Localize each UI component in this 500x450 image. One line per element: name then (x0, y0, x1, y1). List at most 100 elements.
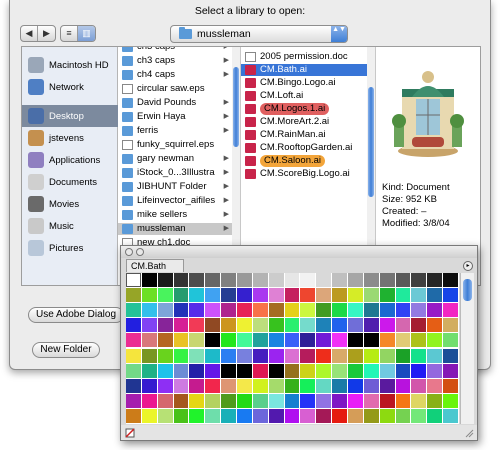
use-adobe-dialog-button[interactable]: Use Adobe Dialog (28, 307, 124, 323)
color-swatch[interactable] (316, 333, 332, 348)
color-swatch[interactable] (252, 408, 268, 423)
color-swatch[interactable] (332, 288, 347, 303)
color-swatch[interactable] (157, 333, 173, 348)
color-swatch[interactable] (189, 333, 205, 348)
color-swatch[interactable] (173, 288, 189, 303)
color-swatch[interactable] (126, 378, 141, 393)
color-swatch[interactable] (221, 273, 236, 288)
file-row[interactable]: 2005 permission.doc (241, 51, 368, 63)
color-swatch[interactable] (332, 333, 347, 348)
color-swatch[interactable] (252, 318, 268, 333)
color-swatch[interactable] (332, 393, 347, 408)
color-swatch[interactable] (205, 288, 221, 303)
sidebar-item-desktop[interactable]: Desktop (22, 105, 118, 127)
color-swatch[interactable] (221, 303, 236, 318)
color-swatch[interactable] (221, 333, 236, 348)
list-item[interactable]: circular saw.eps (118, 83, 233, 95)
palette-title-bar[interactable] (121, 246, 477, 258)
file-row[interactable]: CM.MoreArt.2.ai (241, 116, 368, 128)
color-swatch[interactable] (332, 363, 347, 378)
color-swatch[interactable] (395, 318, 411, 333)
scroll-thumb[interactable] (368, 87, 374, 197)
list-item[interactable]: ch3 caps ▶ (118, 47, 233, 53)
color-swatch[interactable] (316, 273, 332, 288)
color-swatch[interactable] (237, 273, 252, 288)
sidebar-item-documents[interactable]: Documents (22, 171, 118, 193)
color-swatch[interactable] (395, 363, 411, 378)
color-swatch[interactable] (284, 408, 300, 423)
color-swatch[interactable] (427, 318, 443, 333)
color-swatch[interactable] (427, 378, 443, 393)
color-swatch[interactable] (284, 303, 300, 318)
color-swatch[interactable] (427, 348, 443, 363)
color-swatch[interactable] (221, 378, 236, 393)
color-swatch[interactable] (300, 288, 316, 303)
color-swatch[interactable] (268, 348, 284, 363)
color-swatch[interactable] (173, 378, 189, 393)
list-item[interactable]: mussleman ▶ (118, 223, 233, 235)
color-swatch[interactable] (189, 273, 205, 288)
color-swatch[interactable] (221, 393, 236, 408)
color-swatch[interactable] (237, 303, 252, 318)
color-swatch[interactable] (252, 393, 268, 408)
color-swatch[interactable] (268, 378, 284, 393)
color-swatch[interactable] (284, 363, 300, 378)
color-swatch[interactable] (126, 303, 141, 318)
color-swatch[interactable] (173, 333, 189, 348)
sidebar-item-macintosh-hd[interactable]: Macintosh HD (22, 54, 118, 76)
color-swatch[interactable] (443, 303, 458, 318)
color-swatch[interactable] (157, 273, 173, 288)
color-swatch[interactable] (189, 408, 205, 423)
palette-menu-icon[interactable]: ▸ (463, 261, 473, 271)
color-swatch[interactable] (205, 333, 221, 348)
minimize-icon[interactable] (136, 248, 144, 256)
color-swatch[interactable] (300, 408, 316, 423)
color-swatch[interactable] (205, 393, 221, 408)
color-swatch[interactable] (411, 348, 427, 363)
color-swatch[interactable] (126, 408, 141, 423)
color-swatch[interactable] (284, 393, 300, 408)
color-swatch[interactable] (252, 273, 268, 288)
color-swatch[interactable] (316, 318, 332, 333)
color-swatch[interactable] (284, 333, 300, 348)
color-swatch[interactable] (363, 408, 379, 423)
color-swatch[interactable] (316, 363, 332, 378)
color-swatch[interactable] (173, 273, 189, 288)
list-view-icon[interactable]: ≡ (61, 26, 78, 41)
color-swatch[interactable] (141, 288, 157, 303)
color-swatch[interactable] (332, 348, 347, 363)
color-swatch[interactable] (189, 378, 205, 393)
color-swatch[interactable] (363, 333, 379, 348)
sidebar-item-applications[interactable]: Applications (22, 149, 118, 171)
color-swatch[interactable] (268, 363, 284, 378)
color-swatch[interactable] (252, 303, 268, 318)
color-swatch[interactable] (221, 318, 236, 333)
file-row[interactable]: CM.Logos.1.ai (241, 103, 368, 115)
color-swatch[interactable] (237, 378, 252, 393)
color-swatch[interactable] (443, 273, 458, 288)
color-swatch[interactable] (427, 408, 443, 423)
color-swatch[interactable] (348, 408, 363, 423)
color-swatch[interactable] (237, 288, 252, 303)
color-swatch[interactable] (205, 378, 221, 393)
color-swatch[interactable] (157, 363, 173, 378)
color-swatch[interactable] (284, 348, 300, 363)
color-swatch[interactable] (189, 393, 205, 408)
color-swatch[interactable] (427, 303, 443, 318)
file-row[interactable]: CM.RainMan.ai (241, 129, 368, 141)
color-swatch[interactable] (268, 333, 284, 348)
color-swatch[interactable] (141, 273, 157, 288)
color-swatch[interactable] (252, 378, 268, 393)
color-swatch[interactable] (268, 408, 284, 423)
color-swatch[interactable] (411, 273, 427, 288)
color-swatch[interactable] (395, 348, 411, 363)
color-swatch[interactable] (427, 333, 443, 348)
color-swatch[interactable] (316, 303, 332, 318)
color-swatch[interactable] (363, 288, 379, 303)
color-swatch[interactable] (443, 288, 458, 303)
color-swatch[interactable] (443, 378, 458, 393)
color-swatch[interactable] (141, 393, 157, 408)
color-swatch[interactable] (348, 273, 363, 288)
color-swatch[interactable] (379, 303, 395, 318)
color-swatch[interactable] (411, 363, 427, 378)
